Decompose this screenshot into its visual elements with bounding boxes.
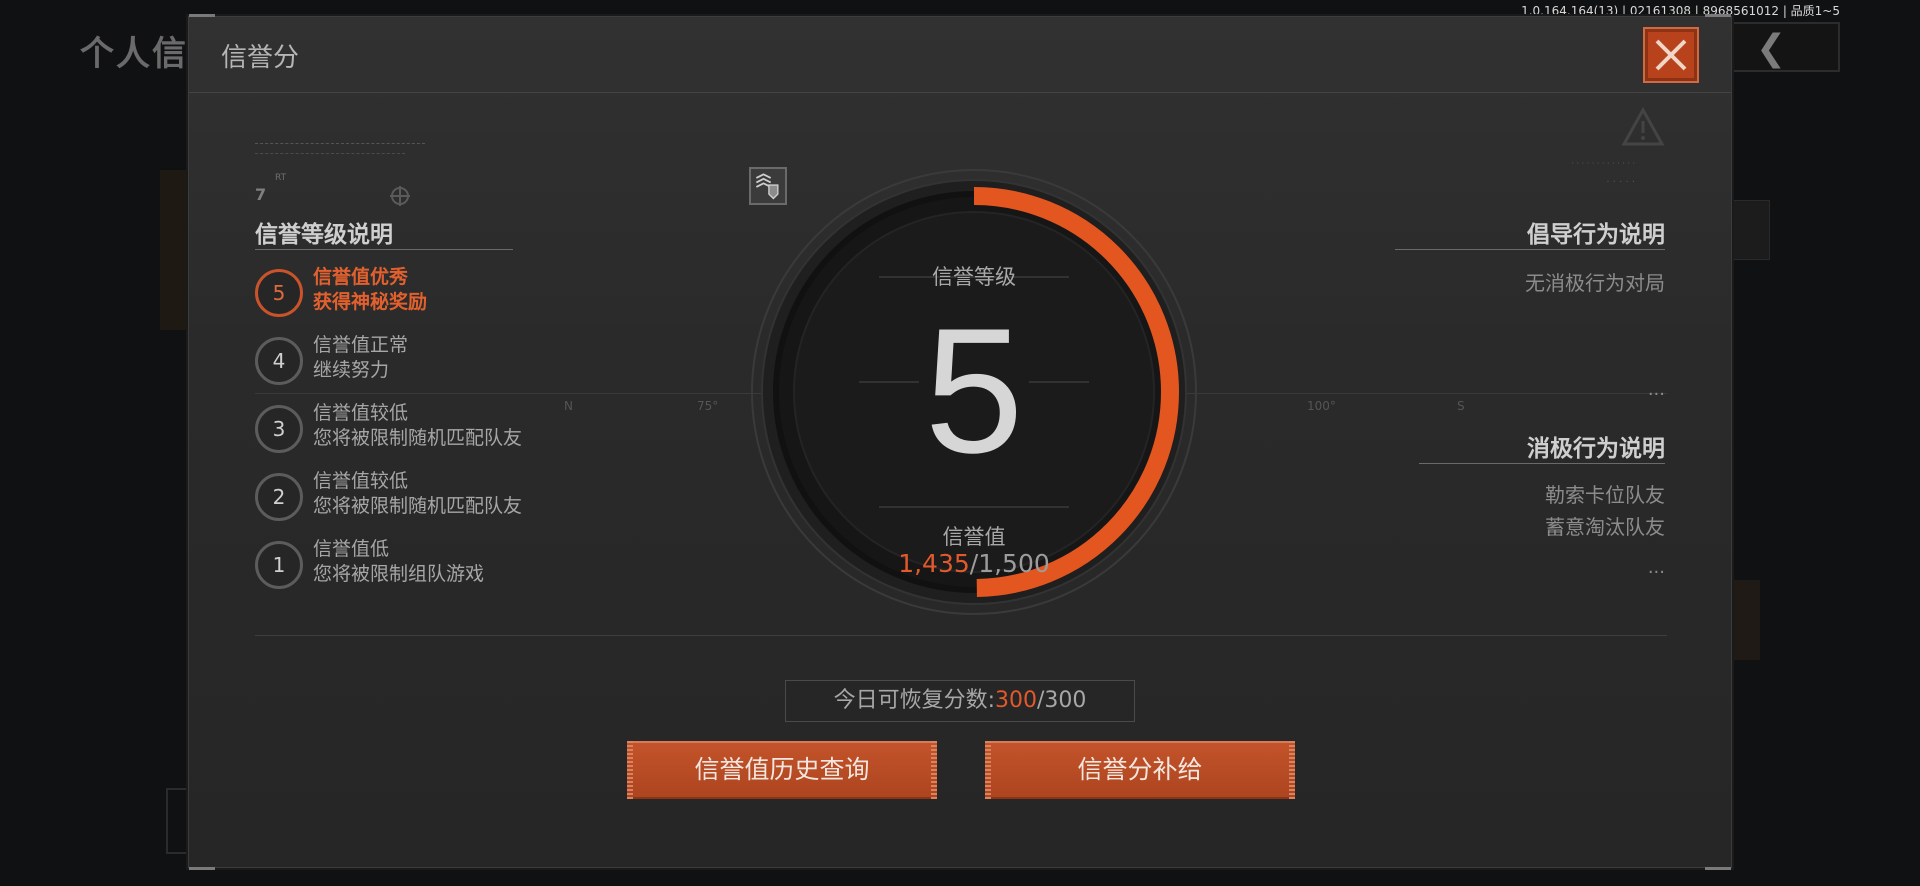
level-description: 信誉值较低 您将被限制随机匹配队友 [313, 401, 522, 451]
level-description: 信誉值较低 您将被限制随机匹配队友 [313, 469, 522, 519]
divider [1395, 249, 1665, 250]
level-description: 信誉值优秀 获得神秘奖励 [313, 265, 427, 315]
level-status: 信誉值低 [313, 538, 390, 560]
hud-decoration: · · · · · [1606, 177, 1635, 188]
negative-behavior-list: 勒索卡位队友 蓄意淘汰队友 [1545, 479, 1665, 543]
divider [255, 635, 1667, 636]
score-value: 1,435/1,500 [749, 549, 1199, 578]
recover-current: 300 [995, 688, 1037, 713]
positive-behavior-more: ... [1647, 379, 1665, 400]
negative-behavior-title: 消极行为说明 [1527, 436, 1665, 462]
background-page-title: 个人信 [80, 34, 188, 74]
negative-behavior-more: ... [1647, 557, 1665, 578]
positive-behavior-item: 无消极行为对局 [1525, 271, 1665, 295]
modal-header: 信誉分 [189, 17, 1731, 93]
level-number: 2 [255, 473, 303, 521]
level-number: 1 [255, 541, 303, 589]
level-number: 3 [255, 405, 303, 453]
compass-mark: 100° [1307, 399, 1336, 413]
level-effect: 获得神秘奖励 [313, 291, 428, 313]
score-max: /1,500 [969, 549, 1050, 578]
hud-label: RT [275, 173, 287, 183]
level-number: 5 [255, 269, 303, 317]
positive-behavior-title: 倡导行为说明 [1527, 222, 1665, 248]
compass-mark: 75° [697, 399, 719, 413]
level-status: 信誉值较低 [313, 402, 409, 424]
corner-mark [1705, 867, 1731, 870]
level-status: 信誉值正常 [313, 334, 409, 356]
hud-number: 7 [255, 185, 267, 204]
corner-mark [1705, 14, 1731, 17]
compass-mark: S [1457, 399, 1465, 413]
score-current: 1,435 [898, 549, 970, 578]
corner-mark [189, 14, 215, 17]
history-query-button[interactable]: 信誉值历史查询 [627, 741, 937, 799]
hud-decoration: · · · · · · · · · · · · · [1571, 159, 1635, 168]
level-number: 4 [255, 337, 303, 385]
warning-icon [1621, 107, 1665, 146]
negative-behavior-item: 勒索卡位队友 [1545, 483, 1665, 507]
level-row-1: 1 信誉值低 您将被限制组队游戏 [255, 537, 675, 593]
credit-score-modal: 信誉分 7 RT N 75° 100° S 信誉等级说明 5 信誉值优秀 获得神… [188, 14, 1732, 870]
modal-title: 信誉分 [221, 43, 300, 73]
recover-label: 今日可恢复分数: [833, 688, 995, 713]
level-description: 信誉值低 您将被限制组队游戏 [313, 537, 484, 587]
level-effect: 您将被限制随机匹配队友 [313, 427, 523, 449]
credit-gauge: 信誉等级 5 信誉值 1,435/1,500 [749, 167, 1199, 617]
level-row-4: 4 信誉值正常 继续努力 [255, 333, 675, 389]
levels-title: 信誉等级说明 [255, 222, 393, 248]
level-label: 信誉等级 [932, 265, 1016, 289]
close-x-icon [1655, 39, 1687, 71]
score-supply-button[interactable]: 信誉分补给 [985, 741, 1295, 799]
level-effect: 继续努力 [313, 359, 390, 381]
level-status: 信誉值优秀 [313, 266, 409, 288]
level-row-3: 3 信誉值较低 您将被限制随机匹配队友 [255, 401, 675, 457]
hud-decoration [255, 153, 405, 155]
hud-decoration [255, 143, 425, 145]
negative-behavior-item: 蓄意淘汰队友 [1545, 515, 1665, 539]
recover-max: /300 [1037, 688, 1087, 713]
daily-recover-score: 今日可恢复分数:300/300 [785, 680, 1135, 722]
level-value: 5 [924, 291, 1024, 490]
level-row-5: 5 信誉值优秀 获得神秘奖励 [255, 265, 675, 321]
level-effect: 您将被限制随机匹配队友 [313, 495, 523, 517]
level-description: 信誉值正常 继续努力 [313, 333, 408, 383]
level-effect: 您将被限制组队游戏 [313, 563, 485, 585]
level-status: 信誉值较低 [313, 470, 409, 492]
divider [1419, 463, 1665, 464]
rank-chevrons-icon [749, 167, 787, 205]
level-row-2: 2 信誉值较低 您将被限制随机匹配队友 [255, 469, 675, 525]
divider [255, 249, 513, 250]
chevron-left-icon: ❮ [1756, 28, 1787, 69]
score-label: 信誉值 [942, 525, 1006, 549]
corner-mark [189, 867, 215, 870]
crosshair-icon [390, 186, 410, 206]
close-button[interactable] [1643, 27, 1699, 83]
